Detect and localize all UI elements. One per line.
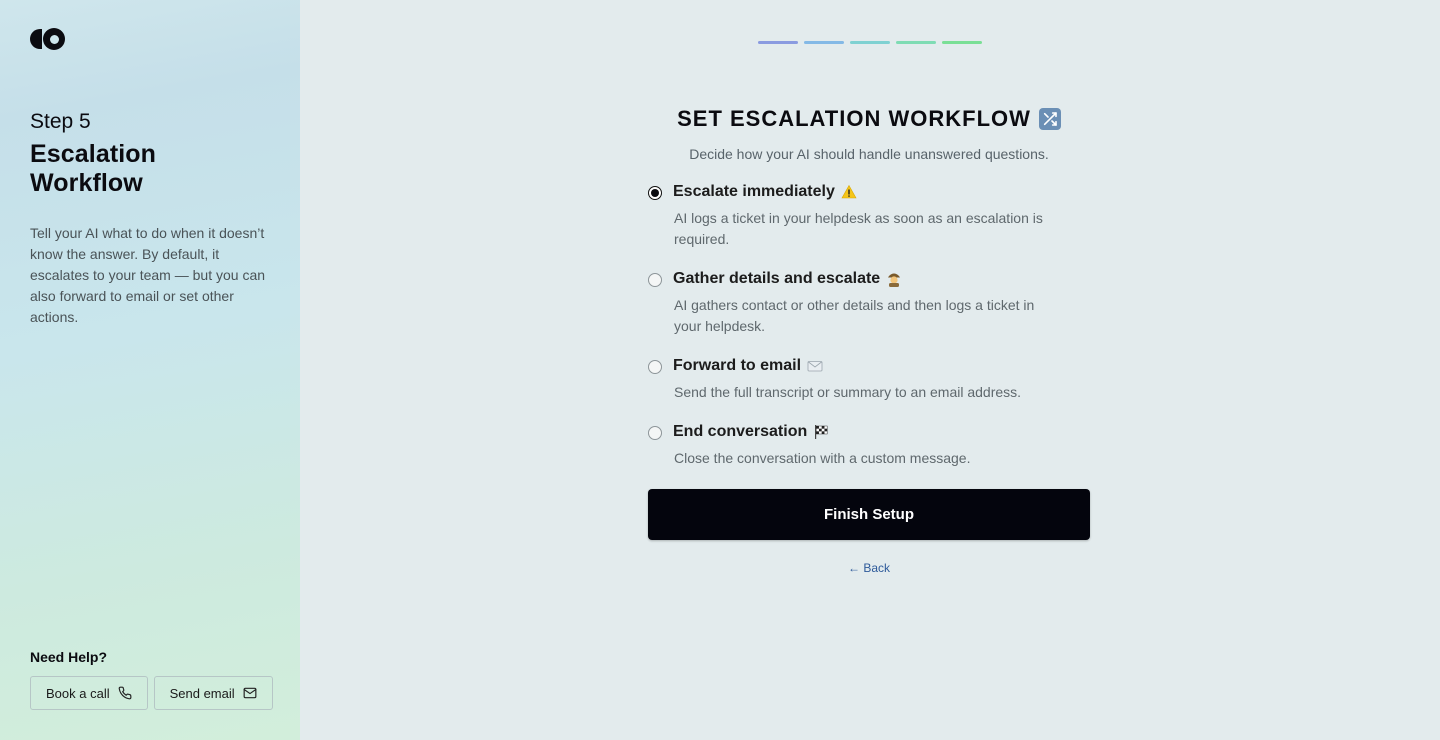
help-buttons: Book a call Send email (30, 676, 273, 710)
send-email-label: Send email (169, 685, 235, 701)
radio-end-conversation[interactable] (648, 426, 662, 440)
option-gather-details[interactable]: Gather details and escalate AI gathers c… (648, 270, 1090, 337)
help-section: Need Help? Book a call Send email (30, 649, 273, 710)
book-call-button[interactable]: Book a call (30, 676, 148, 710)
shuffle-icon (1038, 108, 1061, 130)
phone-icon (118, 686, 132, 700)
radio-gather-details[interactable] (648, 273, 662, 287)
sidebar: Step 5 Escalation Workflow Tell your AI … (0, 0, 300, 740)
progress-step-3 (850, 41, 890, 44)
checkered-flag-icon (813, 424, 829, 440)
page-title: SET ESCALATION WORKFLOW (648, 106, 1090, 132)
option-label: Escalate immediately (673, 183, 835, 200)
progress-step-2 (804, 41, 844, 44)
option-label: End conversation (673, 423, 808, 440)
step-description: Tell your AI what to do when it doesn’t … (30, 225, 266, 325)
main-panel: SET ESCALATION WORKFLOW Decide how your … (300, 0, 1440, 740)
step-title: Escalation Workflow (30, 140, 157, 197)
send-email-button[interactable]: Send email (153, 676, 273, 710)
detective-icon (886, 271, 902, 287)
book-call-label: Book a call (46, 685, 110, 701)
option-description: Send the full transcript or summary to a… (674, 384, 1022, 400)
progress-step-4 (896, 41, 936, 44)
progress-step-5 (942, 41, 982, 44)
option-escalate-immediately[interactable]: Escalate immediately AI logs a ticket in… (648, 183, 1090, 250)
radio-escalate-immediately[interactable] (648, 186, 662, 200)
back-link[interactable]: ← Back (648, 561, 1090, 575)
progress-step-1 (758, 41, 798, 44)
option-description: AI gathers contact or other details and … (674, 297, 1035, 334)
page-title-text: SET ESCALATION WORKFLOW (677, 106, 1031, 131)
radio-forward-email[interactable] (648, 360, 662, 374)
step-label: Step 5 (30, 110, 91, 133)
page-subtitle: Decide how your AI should handle unanswe… (689, 146, 1049, 162)
help-title: Need Help? (30, 649, 108, 665)
finish-setup-button[interactable]: Finish Setup (648, 489, 1090, 540)
option-forward-email[interactable]: Forward to email Send the full transcrip… (648, 357, 1090, 403)
option-end-conversation[interactable]: End conversation Close the conversation … (648, 423, 1090, 469)
brand-logo (30, 28, 270, 50)
progress-indicator (758, 41, 982, 44)
setup-content: SET ESCALATION WORKFLOW Decide how your … (648, 106, 1090, 575)
warning-icon (841, 184, 857, 200)
option-description: AI logs a ticket in your helpdesk as soo… (674, 210, 1043, 247)
option-description: Close the conversation with a custom mes… (674, 450, 971, 466)
app-layout: Step 5 Escalation Workflow Tell your AI … (0, 0, 1440, 740)
envelope-icon (807, 358, 823, 374)
option-label: Gather details and escalate (673, 270, 881, 287)
option-label: Forward to email (673, 357, 802, 374)
mail-icon (243, 687, 257, 699)
escalation-options: Escalate immediately AI logs a ticket in… (648, 183, 1090, 469)
